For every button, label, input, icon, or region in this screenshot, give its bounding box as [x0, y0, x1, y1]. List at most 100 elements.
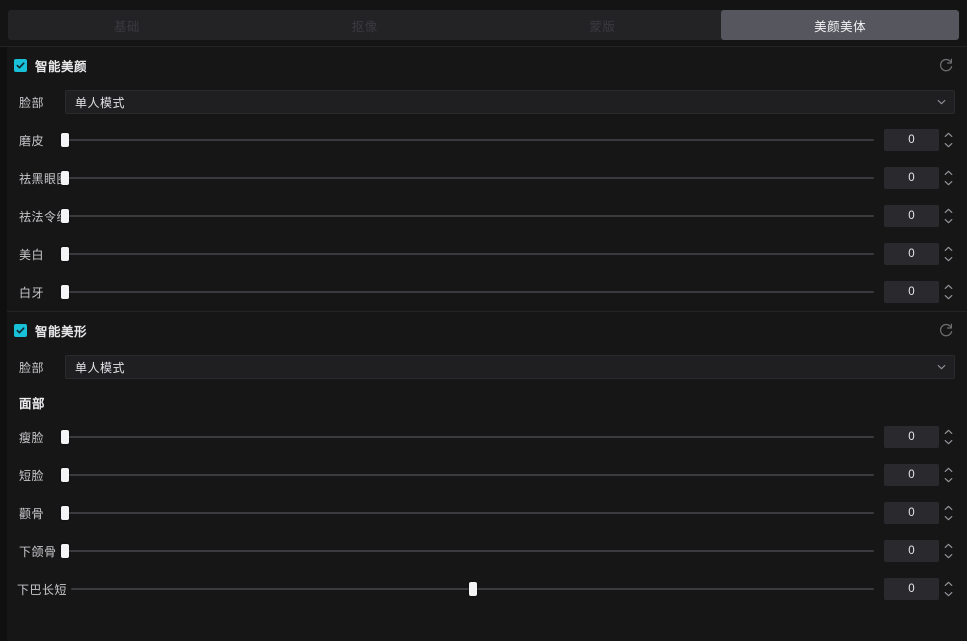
slider-whitening[interactable] [61, 244, 874, 264]
chevron-up-icon [944, 467, 953, 472]
spinbox-teeth: 0 [884, 281, 956, 303]
slider-teeth[interactable] [61, 282, 874, 302]
spin-up-button[interactable] [942, 169, 955, 177]
spin-down-button[interactable] [942, 438, 955, 446]
slider-chin-length[interactable] [71, 579, 874, 599]
spin-value-chin-length[interactable]: 0 [884, 578, 939, 600]
chevron-up-icon [944, 581, 953, 586]
chevron-down-icon [944, 143, 953, 148]
slider-label-cheekbone: 颧骨 [19, 506, 45, 521]
spin-value-dark-circles[interactable]: 0 [884, 167, 939, 189]
slider-jawbone[interactable] [61, 541, 874, 561]
slider-thumb[interactable] [61, 209, 69, 223]
chevron-up-icon [944, 284, 953, 289]
spin-up-button[interactable] [942, 207, 955, 215]
smart-reshape-checkbox[interactable] [14, 323, 27, 337]
chevron-down-icon [944, 181, 953, 186]
tab-beauty-body[interactable]: 美颜美体 [721, 10, 959, 40]
chevron-up-icon [944, 208, 953, 213]
spin-down-button[interactable] [942, 293, 955, 301]
spin-up-button[interactable] [942, 504, 955, 512]
spinbox-chin-length: 0 [884, 578, 956, 600]
spin-down-button[interactable] [942, 217, 955, 225]
spin-down-button[interactable] [942, 179, 955, 187]
slider-track [65, 550, 874, 552]
slider-short-face[interactable] [61, 465, 874, 485]
slider-row-mopi: 磨皮 0 [7, 121, 967, 159]
slider-thumb[interactable] [61, 247, 69, 261]
chevron-down-icon [937, 363, 946, 372]
spin-up-button[interactable] [942, 466, 955, 474]
spin-buttons [941, 426, 956, 448]
spin-value-cheekbone[interactable]: 0 [884, 502, 939, 524]
smart-beauty-face-mode-value: 单人模式 [75, 95, 126, 110]
spin-down-button[interactable] [942, 141, 955, 149]
spin-buttons [941, 167, 956, 189]
chevron-down-icon [944, 554, 953, 559]
smart-reshape-face-row: 脸部 单人模式 [7, 348, 967, 386]
slider-track [65, 215, 874, 217]
slider-label-slim-face: 瘦脸 [19, 430, 45, 445]
slider-thumb[interactable] [468, 582, 477, 596]
spin-up-button[interactable] [942, 131, 955, 139]
spin-up-button[interactable] [942, 542, 955, 550]
slider-label-dark-circles: 祛黑眼圈 [19, 171, 70, 186]
chevron-up-icon [944, 505, 953, 510]
slider-thumb[interactable] [61, 133, 69, 147]
spin-up-button[interactable] [942, 283, 955, 291]
spin-value-nasolabial[interactable]: 0 [884, 205, 939, 227]
section-header-smart-beauty: 智能美颜 [7, 47, 967, 83]
slider-track [65, 253, 874, 255]
spin-value-short-face[interactable]: 0 [884, 464, 939, 486]
slider-thumb[interactable] [61, 544, 69, 558]
smart-beauty-reset-button[interactable] [937, 56, 955, 74]
spin-buttons [941, 540, 956, 562]
slider-thumb[interactable] [61, 430, 69, 444]
spin-down-button[interactable] [942, 514, 955, 522]
chevron-up-icon [944, 170, 953, 175]
slider-row-slim-face: 瘦脸 0 [7, 418, 967, 456]
tab-mask[interactable]: 蒙版 [484, 10, 722, 40]
slider-row-dark-circles: 祛黑眼圈 0 [7, 159, 967, 197]
spin-down-button[interactable] [942, 552, 955, 560]
smart-reshape-reset-button[interactable] [937, 321, 955, 339]
spin-up-button[interactable] [942, 245, 955, 253]
spin-buttons [941, 578, 956, 600]
slider-nasolabial[interactable] [61, 206, 874, 226]
spin-up-button[interactable] [942, 580, 955, 588]
chevron-down-icon [944, 295, 953, 300]
tab-basic[interactable]: 基础 [8, 10, 246, 40]
slider-row-short-face: 短脸 0 [7, 456, 967, 494]
tab-keying[interactable]: 抠像 [246, 10, 484, 40]
smart-beauty-face-row: 脸部 单人模式 [7, 83, 967, 121]
slider-label-mopi: 磨皮 [19, 133, 45, 148]
spin-value-jawbone[interactable]: 0 [884, 540, 939, 562]
slider-mopi[interactable] [61, 130, 874, 150]
spinbox-short-face: 0 [884, 464, 956, 486]
spin-value-slim-face[interactable]: 0 [884, 426, 939, 448]
slider-thumb[interactable] [61, 285, 69, 299]
spin-down-button[interactable] [942, 590, 955, 598]
slider-cheekbone[interactable] [61, 503, 874, 523]
spin-down-button[interactable] [942, 476, 955, 484]
spin-up-button[interactable] [942, 428, 955, 436]
smart-reshape-face-mode-select[interactable]: 单人模式 [65, 355, 955, 379]
group-label-facial: 面部 [19, 396, 46, 411]
spin-value-teeth[interactable]: 0 [884, 281, 939, 303]
spinbox-mopi: 0 [884, 129, 956, 151]
spinbox-whitening: 0 [884, 243, 956, 265]
smart-beauty-face-mode-select[interactable]: 单人模式 [65, 90, 955, 114]
chevron-down-icon [944, 219, 953, 224]
slider-dark-circles[interactable] [61, 168, 874, 188]
slider-slim-face[interactable] [61, 427, 874, 447]
spin-value-whitening[interactable]: 0 [884, 243, 939, 265]
spin-down-button[interactable] [942, 255, 955, 263]
slider-label-teeth: 白牙 [19, 285, 45, 300]
slider-thumb[interactable] [61, 468, 69, 482]
slider-thumb[interactable] [61, 506, 69, 520]
smart-beauty-checkbox[interactable] [14, 58, 27, 72]
panel-body: 智能美颜 脸部 单人模式 磨皮 0 祛黑眼圈 0 祛法令纹 0 美白 0 白牙 … [7, 47, 967, 641]
slider-thumb[interactable] [61, 171, 69, 185]
spin-value-mopi[interactable]: 0 [884, 129, 939, 151]
chevron-down-icon [937, 98, 946, 107]
